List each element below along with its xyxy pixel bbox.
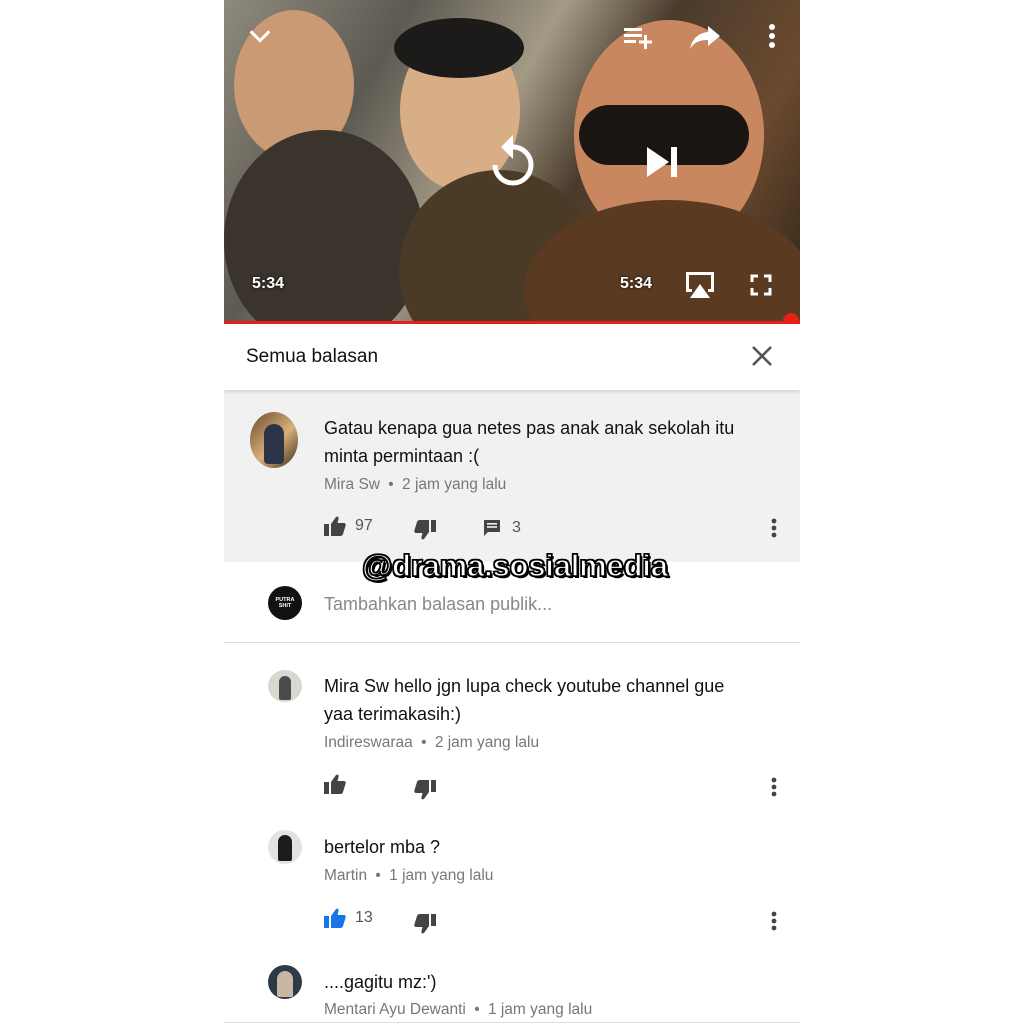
more-vert-icon: [771, 518, 777, 538]
replies-header: Semua balasan: [224, 324, 800, 390]
close-button[interactable]: [750, 344, 774, 368]
like-count: 97: [355, 517, 373, 534]
main-comment: Gatau kenapa gua netes pas anak anak sek…: [224, 390, 800, 562]
video-frame-shape: [394, 18, 524, 78]
separator-dot: •: [388, 476, 394, 493]
own-avatar: PUTRA SHIT: [268, 586, 302, 620]
comment-more-button[interactable]: [771, 777, 777, 799]
comment-author[interactable]: Indireswaraa: [324, 734, 413, 751]
reply-input[interactable]: Tambahkan balasan publik...: [324, 594, 552, 615]
divider: [224, 1022, 800, 1023]
avatar[interactable]: [268, 965, 302, 999]
comment-text: Mira Sw hello jgn lupa check youtube cha…: [324, 672, 784, 728]
reply-count: 3: [512, 519, 521, 536]
comment-text-line: bertelor mba ?: [324, 837, 441, 857]
more-vert-icon: [771, 777, 777, 797]
add-to-playlist-button[interactable]: [622, 22, 654, 52]
airplay-button[interactable]: [684, 270, 716, 300]
thumb-down-icon: [414, 520, 436, 540]
skip-next-icon: [647, 147, 677, 177]
comment-more-button[interactable]: [771, 911, 777, 933]
more-vert-icon: [769, 24, 775, 48]
like-button[interactable]: [324, 774, 346, 794]
comment-time: 2 jam yang lalu: [434, 734, 540, 751]
comment-author[interactable]: Mira Sw: [324, 476, 380, 493]
replay-button[interactable]: [486, 132, 540, 190]
next-video-button[interactable]: [642, 142, 682, 182]
separator-dot: •: [375, 867, 381, 884]
comment-text-line: minta permintaan :(: [324, 446, 480, 466]
comment-time: 1 jam yang lalu: [389, 867, 494, 884]
comment-author[interactable]: Martin: [324, 867, 367, 884]
comment-author[interactable]: Mentari Ayu Dewanti: [324, 1001, 466, 1018]
thumb-up-icon: [324, 908, 346, 928]
fullscreen-icon: [750, 274, 772, 296]
reply-count-button[interactable]: 3: [482, 518, 521, 538]
avatar[interactable]: [268, 830, 302, 864]
thumb-up-icon: [324, 774, 346, 794]
comment-meta: Indireswaraa • 2 jam yang lalu: [324, 734, 539, 752]
thumb-up-icon: [324, 516, 346, 536]
video-player[interactable]: 5:34 5:34: [224, 0, 800, 322]
comment-text: Gatau kenapa gua netes pas anak anak sek…: [324, 414, 784, 470]
comment-text-line: yaa terimakasih:): [324, 704, 462, 724]
avatar-figure: [279, 676, 291, 700]
like-button[interactable]: 97: [324, 516, 373, 536]
like-button[interactable]: 13: [324, 908, 373, 928]
collapse-button[interactable]: [246, 22, 274, 50]
dislike-button[interactable]: [414, 914, 436, 934]
replay-icon: [492, 135, 534, 186]
like-count: 13: [355, 909, 373, 926]
elapsed-time: 5:34: [252, 275, 285, 292]
comment-text: ....gagitu mz:'): [324, 968, 784, 996]
comment-icon: [484, 520, 500, 536]
comment-meta: Mira Sw • 2 jam yang lalu: [324, 476, 506, 494]
fullscreen-button[interactable]: [748, 272, 774, 298]
more-vert-icon: [771, 911, 777, 931]
playlist-add-icon: [624, 28, 652, 49]
airplay-icon: [686, 272, 714, 298]
dislike-button[interactable]: [414, 520, 436, 540]
thumb-down-icon: [414, 780, 436, 800]
avatar[interactable]: [250, 412, 298, 468]
duration-time: 5:34: [620, 275, 653, 292]
watermark: @drama.sosialmedia: [361, 547, 668, 583]
share-button[interactable]: [688, 22, 722, 52]
avatar-figure: [278, 835, 292, 861]
comment-text-line: ....gagitu mz:'): [324, 972, 437, 992]
close-icon: [752, 346, 772, 366]
separator-dot: •: [421, 734, 427, 751]
thumb-down-icon: [414, 914, 436, 934]
video-frame-shape: [224, 130, 424, 322]
dislike-button[interactable]: [414, 780, 436, 800]
more-options-button[interactable]: [762, 22, 782, 50]
avatar-logo-text: PUTRA SHIT: [275, 597, 295, 609]
phone-screen: 5:34 5:34 Semua balasan Gatau kenapa gua…: [224, 0, 800, 1024]
separator-dot: •: [474, 1001, 480, 1018]
chevron-down-icon: [249, 30, 271, 43]
comment-meta: Martin • 1 jam yang lalu: [324, 867, 493, 885]
comment-more-button[interactable]: [771, 518, 777, 540]
comment-time: 2 jam yang lalu: [402, 476, 507, 493]
comment-text-line: Mira Sw hello jgn lupa check youtube cha…: [324, 676, 725, 696]
comment-meta: Mentari Ayu Dewanti • 1 jam yang lalu: [324, 1001, 592, 1019]
avatar[interactable]: [268, 670, 302, 702]
comment-text: bertelor mba ?: [324, 833, 784, 861]
page-title: Semua balasan: [246, 346, 379, 367]
avatar-figure: [264, 424, 284, 464]
avatar-figure: [277, 971, 293, 997]
comment-time: 1 jam yang lalu: [487, 1001, 593, 1018]
share-icon: [690, 26, 720, 49]
comment-text-line: Gatau kenapa gua netes pas anak anak sek…: [324, 418, 735, 438]
